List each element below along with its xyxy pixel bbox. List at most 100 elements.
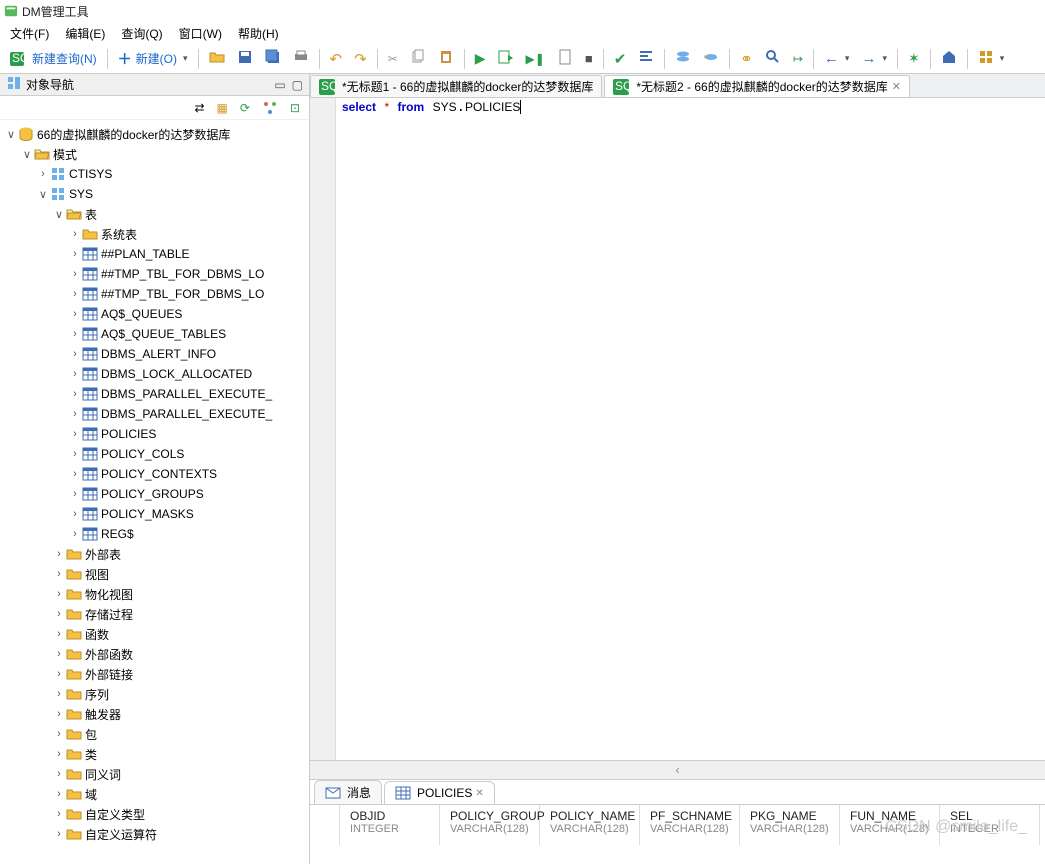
- save-all-button[interactable]: [260, 46, 286, 71]
- folder-9[interactable]: ›包: [0, 724, 309, 744]
- folder-3[interactable]: ›存储过程: [0, 604, 309, 624]
- table-11[interactable]: ›POLICY_CONTEXTS: [0, 464, 309, 484]
- twist-icon[interactable]: ∨: [4, 127, 18, 141]
- twist-icon[interactable]: ›: [52, 607, 66, 621]
- folder-5[interactable]: ›外部函数: [0, 644, 309, 664]
- col-OBJID[interactable]: OBJIDINTEGER: [340, 805, 440, 845]
- back-button[interactable]: ←▾: [819, 47, 855, 70]
- folder-1[interactable]: ›视图: [0, 564, 309, 584]
- folder-2[interactable]: ›物化视图: [0, 584, 309, 604]
- twist-icon[interactable]: ›: [68, 267, 82, 281]
- sql-editor[interactable]: select * from SYS.POLICIES: [310, 98, 1045, 760]
- check-button[interactable]: ✔: [609, 47, 632, 71]
- new-query-button[interactable]: SQL 新建查询(N): [4, 47, 102, 70]
- menu-edit[interactable]: 编辑(E): [57, 23, 113, 44]
- table-9[interactable]: ›POLICIES: [0, 424, 309, 444]
- menu-window[interactable]: 窗口(W): [171, 23, 230, 44]
- close-result-icon[interactable]: ✕: [475, 788, 483, 799]
- twist-icon[interactable]: ›: [68, 447, 82, 461]
- twist-icon[interactable]: ›: [52, 767, 66, 781]
- close-tab-icon[interactable]: ✕: [892, 80, 901, 93]
- schema-sys[interactable]: ∨SYS: [0, 184, 309, 204]
- forward-button[interactable]: →▾: [856, 47, 892, 70]
- twist-icon[interactable]: ›: [68, 327, 82, 341]
- redo-button[interactable]: ↷: [349, 47, 372, 71]
- collapse-all-icon[interactable]: ⊡: [285, 98, 305, 118]
- new-conn-icon[interactable]: ▦: [212, 98, 233, 118]
- close-panel-icon[interactable]: ▢: [292, 78, 303, 92]
- table-0[interactable]: ›##PLAN_TABLE: [0, 244, 309, 264]
- col-PF_SCHNAME[interactable]: PF_SCHNAMEVARCHAR(128): [640, 805, 740, 845]
- copy-button[interactable]: [405, 46, 431, 71]
- table-3[interactable]: ›AQ$_QUEUES: [0, 304, 309, 324]
- folder-10[interactable]: ›类: [0, 744, 309, 764]
- twist-icon[interactable]: ›: [52, 707, 66, 721]
- col-POLICY_NAME[interactable]: POLICY_NAMEVARCHAR(128): [540, 805, 640, 845]
- folder-12[interactable]: ›域: [0, 784, 309, 804]
- table-2[interactable]: ›##TMP_TBL_FOR_DBMS_LO: [0, 284, 309, 304]
- twist-icon[interactable]: ›: [52, 747, 66, 761]
- table-6[interactable]: ›DBMS_LOCK_ALLOCATED: [0, 364, 309, 384]
- table-13[interactable]: ›POLICY_MASKS: [0, 504, 309, 524]
- twist-icon[interactable]: ›: [52, 827, 66, 841]
- result-grid[interactable]: OBJIDINTEGERPOLICY_GROUPVARCHAR(128)POLI…: [310, 804, 1045, 864]
- step-button[interactable]: ↦: [788, 49, 808, 69]
- folder-11[interactable]: ›同义词: [0, 764, 309, 784]
- save-button[interactable]: [232, 46, 258, 71]
- twist-icon[interactable]: ∨: [52, 207, 66, 221]
- tab-messages[interactable]: 消息: [314, 780, 382, 804]
- table-5[interactable]: ›DBMS_ALERT_INFO: [0, 344, 309, 364]
- debug-toggle-button[interactable]: ✶: [903, 47, 925, 70]
- open-button[interactable]: [204, 46, 230, 71]
- table-10[interactable]: ›POLICY_COLS: [0, 444, 309, 464]
- run-button[interactable]: ▶: [470, 47, 491, 70]
- folder-6[interactable]: ›外部链接: [0, 664, 309, 684]
- search-button[interactable]: [760, 46, 786, 71]
- table-4[interactable]: ›AQ$_QUEUE_TABLES: [0, 324, 309, 344]
- twist-icon[interactable]: ›: [68, 407, 82, 421]
- twist-icon[interactable]: ›: [68, 347, 82, 361]
- twist-icon[interactable]: ›: [52, 727, 66, 741]
- table-12[interactable]: ›POLICY_GROUPS: [0, 484, 309, 504]
- twist-icon[interactable]: ›: [68, 367, 82, 381]
- folder-0[interactable]: ›外部表: [0, 544, 309, 564]
- tab-untitled2[interactable]: SQL *无标题2 - 66的虚拟麒麟的docker的达梦数据库 ✕: [604, 75, 910, 97]
- explain-button[interactable]: [552, 46, 578, 71]
- twist-icon[interactable]: ›: [68, 307, 82, 321]
- format-button[interactable]: [633, 46, 659, 71]
- tab-result-policies[interactable]: POLICIES ✕: [384, 781, 495, 804]
- twist-icon[interactable]: ›: [52, 567, 66, 581]
- col-DEI[interactable]: DEIIN: [1040, 805, 1045, 845]
- splitter[interactable]: ‹: [310, 760, 1045, 780]
- undo-button[interactable]: ↶: [325, 47, 348, 71]
- folder-4[interactable]: ›函数: [0, 624, 309, 644]
- refresh-icon[interactable]: ⟳: [235, 98, 255, 118]
- twist-icon[interactable]: ›: [52, 627, 66, 641]
- object-tree[interactable]: ∨66的虚拟麒麟的docker的达梦数据库∨模式›CTISYS∨SYS∨表›系统…: [0, 120, 309, 864]
- folder-13[interactable]: ›自定义类型: [0, 804, 309, 824]
- twist-icon[interactable]: ›: [52, 667, 66, 681]
- table-7[interactable]: ›DBMS_PARALLEL_EXECUTE_: [0, 384, 309, 404]
- table-8[interactable]: ›DBMS_PARALLEL_EXECUTE_: [0, 404, 309, 424]
- table-14[interactable]: ›REG$: [0, 524, 309, 544]
- twist-icon[interactable]: ›: [52, 787, 66, 801]
- home-button[interactable]: [936, 46, 962, 71]
- twist-icon[interactable]: ›: [68, 527, 82, 541]
- perspective-button[interactable]: ▾: [973, 46, 1010, 71]
- schema-ctisys[interactable]: ›CTISYS: [0, 164, 309, 184]
- twist-icon[interactable]: ›: [68, 247, 82, 261]
- commit-button[interactable]: [670, 46, 696, 71]
- schema-folder[interactable]: ∨模式: [0, 144, 309, 164]
- tables-folder[interactable]: ∨表: [0, 204, 309, 224]
- menu-file[interactable]: 文件(F): [2, 23, 57, 44]
- twist-icon[interactable]: ›: [68, 427, 82, 441]
- twist-icon[interactable]: ›: [68, 507, 82, 521]
- cut-button[interactable]: ✂: [383, 49, 403, 69]
- twist-icon[interactable]: ›: [52, 587, 66, 601]
- twist-icon[interactable]: ›: [68, 487, 82, 501]
- folder-7[interactable]: ›序列: [0, 684, 309, 704]
- debug-button[interactable]: ▶❚: [521, 49, 550, 69]
- twist-icon[interactable]: ›: [52, 687, 66, 701]
- twist-icon[interactable]: ›: [68, 287, 82, 301]
- paste-button[interactable]: [433, 46, 459, 71]
